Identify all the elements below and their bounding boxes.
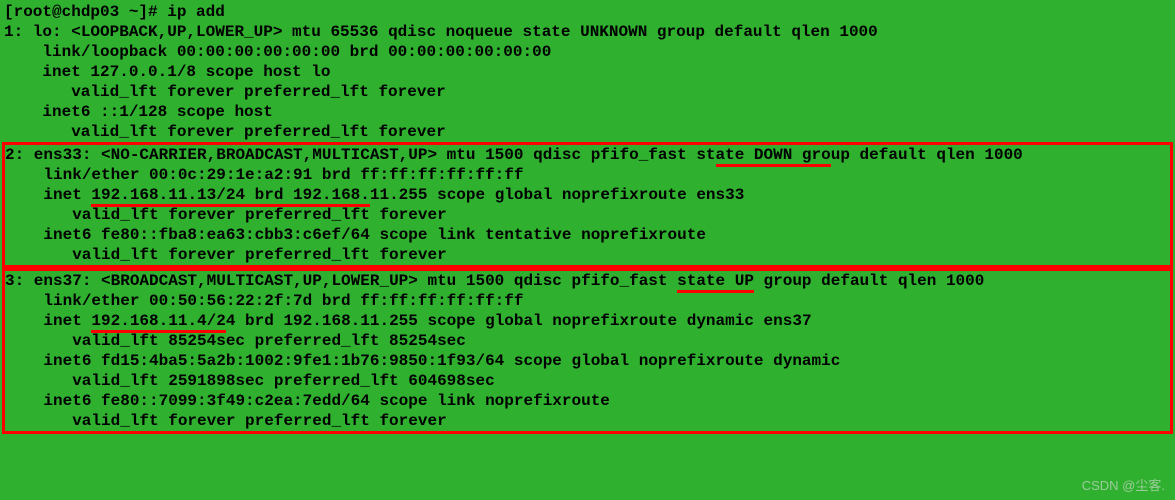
iface-ens37-inet6b: inet6 fe80::7099:3f49:c2ea:7edd/64 scope… [5, 391, 1170, 411]
ens33-ip-underline: 192.168.11.13/24 brd 192.168. [91, 186, 369, 207]
iface-ens37-valid1: valid_lft 85254sec preferred_lft 85254se… [5, 331, 1170, 351]
iface-ens37-valid3: valid_lft forever preferred_lft forever [5, 411, 1170, 431]
iface-ens37-link: link/ether 00:50:56:22:2f:7d brd ff:ff:f… [5, 291, 1170, 311]
iface-lo-link: link/loopback 00:00:00:00:00:00 brd 00:0… [4, 42, 1171, 62]
iface-lo-valid2: valid_lft forever preferred_lft forever [4, 122, 1171, 142]
iface-ens37-header: 3: ens37: <BROADCAST,MULTICAST,UP,LOWER_… [5, 271, 1170, 291]
iface-ens33-link: link/ether 00:0c:29:1e:a2:91 brd ff:ff:f… [5, 165, 1170, 185]
ens37-ip-underline: 192.168.11.4/2 [91, 312, 225, 333]
iface-ens33-inet6: inet6 fe80::fba8:ea63:cbb3:c6ef/64 scope… [5, 225, 1170, 245]
csdn-watermark: CSDN @尘客. [1082, 476, 1165, 496]
iface-lo-valid1: valid_lft forever preferred_lft forever [4, 82, 1171, 102]
iface-lo-inet6: inet6 ::1/128 scope host [4, 102, 1171, 122]
iface-ens33-inet: inet 192.168.11.13/24 brd 192.168.11.255… [5, 185, 1170, 205]
iface-ens33-header: 2: ens33: <NO-CARRIER,BROADCAST,MULTICAS… [5, 145, 1170, 165]
iface-ens37-highlight-box: 3: ens37: <BROADCAST,MULTICAST,UP,LOWER_… [2, 268, 1173, 434]
iface-ens37-valid2: valid_lft 2591898sec preferred_lft 60469… [5, 371, 1170, 391]
iface-lo-header: 1: lo: <LOOPBACK,UP,LOWER_UP> mtu 65536 … [4, 22, 1171, 42]
shell-prompt: [root@chdp03 ~]# ip add [4, 2, 1171, 22]
state-down-underline: ate DOWN gro [716, 146, 831, 167]
iface-ens37-inet: inet 192.168.11.4/24 brd 192.168.11.255 … [5, 311, 1170, 331]
iface-ens33-highlight-box: 2: ens33: <NO-CARRIER,BROADCAST,MULTICAS… [2, 142, 1173, 268]
iface-ens37-inet6a: inet6 fd15:4ba5:5a2b:1002:9fe1:1b76:9850… [5, 351, 1170, 371]
state-up-underline: state UP [677, 272, 754, 293]
iface-ens33-valid1: valid_lft forever preferred_lft forever [5, 205, 1170, 225]
iface-lo-inet: inet 127.0.0.1/8 scope host lo [4, 62, 1171, 82]
iface-ens33-valid2: valid_lft forever preferred_lft forever [5, 245, 1170, 265]
